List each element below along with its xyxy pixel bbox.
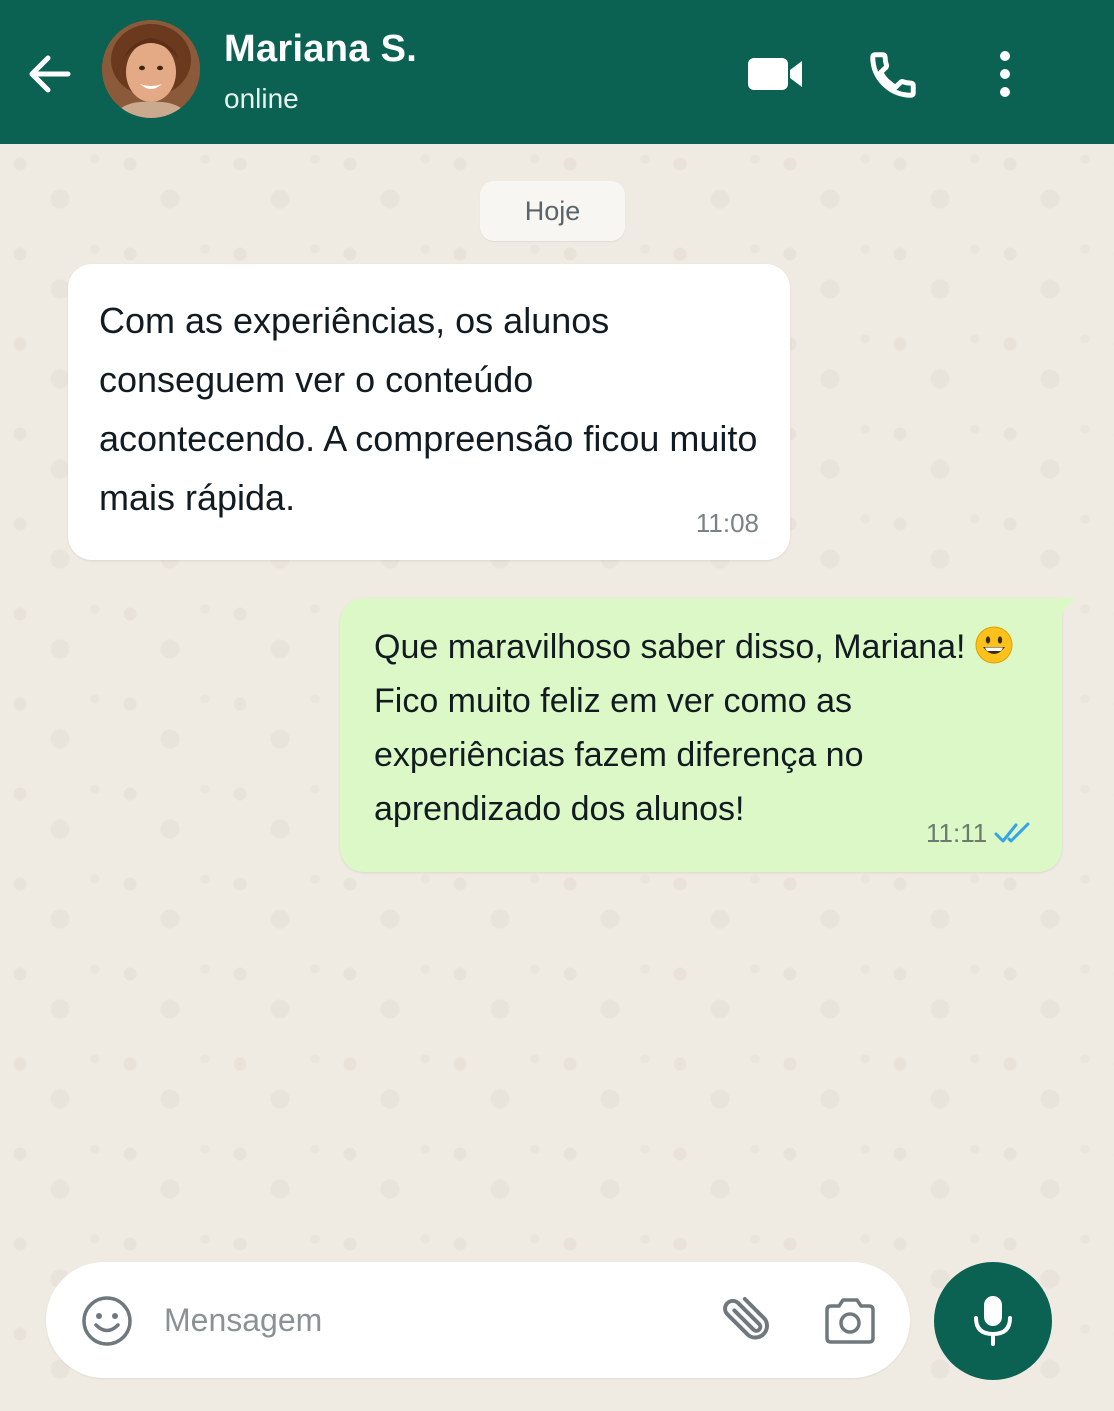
emoji-button[interactable] <box>80 1294 134 1348</box>
message-text-rest: Fico muito feliz em ver como as experiên… <box>374 682 864 828</box>
message-text: Que maravilhoso saber disso, Mariana! Fi… <box>374 620 1034 836</box>
voice-message-button[interactable] <box>934 1262 1052 1380</box>
message-time: 11:11 <box>926 818 988 848</box>
chat-header: Mariana S. online <box>0 0 1114 144</box>
attach-button[interactable] <box>718 1292 774 1348</box>
double-check-read-icon <box>994 822 1030 843</box>
contact-status: online <box>224 83 299 114</box>
date-divider: Hoje <box>480 181 625 241</box>
video-camera-icon <box>748 58 802 90</box>
contact-avatar[interactable] <box>102 20 200 118</box>
more-options-button[interactable] <box>988 48 1022 102</box>
outgoing-message[interactable]: Que maravilhoso saber disso, Mariana! Fi… <box>340 598 1076 872</box>
camera-icon <box>825 1298 875 1344</box>
incoming-message[interactable]: Com as experiências, os alunos conseguem… <box>68 264 790 560</box>
phone-icon <box>870 52 916 98</box>
microphone-icon <box>974 1296 1012 1346</box>
bubble-tail <box>1060 598 1076 614</box>
grinning-face-emoji <box>975 626 1012 664</box>
message-composer <box>46 1262 910 1378</box>
message-input[interactable] <box>164 1296 684 1344</box>
message-text-line-1: Que maravilhoso saber disso, Mariana! <box>374 628 966 666</box>
message-text: Com as experiências, os alunos conseguem… <box>99 300 758 518</box>
message-time: 11:08 <box>695 508 759 538</box>
arrow-left-icon <box>29 55 71 93</box>
contact-name[interactable]: Mariana S. <box>224 28 417 71</box>
back-button[interactable] <box>24 48 76 100</box>
avatar-photo <box>102 20 200 118</box>
voice-call-button[interactable] <box>866 48 920 102</box>
smiley-icon <box>82 1296 132 1346</box>
video-call-button[interactable] <box>746 50 806 98</box>
more-vertical-icon <box>1000 51 1010 97</box>
paperclip-icon <box>723 1297 769 1340</box>
camera-button[interactable] <box>822 1296 878 1346</box>
